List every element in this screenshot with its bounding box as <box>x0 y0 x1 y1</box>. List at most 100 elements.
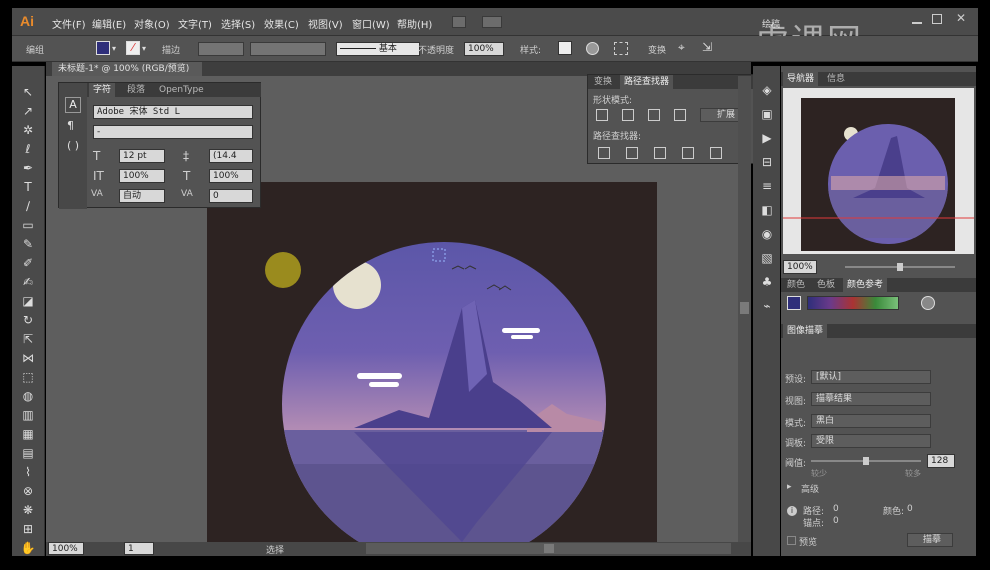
artboard-tool-icon[interactable]: ⊞ <box>19 521 37 537</box>
paragraph-icon[interactable]: ¶ <box>67 119 74 132</box>
eraser-tool-icon[interactable]: ◪ <box>19 293 37 309</box>
horizontal-scrollbar[interactable] <box>366 543 731 554</box>
type-tool-icon[interactable]: T <box>19 179 37 195</box>
blend-tool-icon[interactable]: ⊗ <box>19 483 37 499</box>
free-transform-tool-icon[interactable]: ⬚ <box>19 369 37 385</box>
font-style-dropdown[interactable]: - <box>93 125 253 139</box>
navigator-preview[interactable] <box>783 88 974 254</box>
opacity-label[interactable]: 不透明度 <box>418 43 454 56</box>
artboard-number-field[interactable]: 1 <box>124 542 154 555</box>
stroke-panel-icon[interactable]: ≡ <box>758 178 776 194</box>
tab-character[interactable]: 字符 <box>89 83 116 97</box>
crop-icon[interactable] <box>682 147 694 159</box>
isolate-group-icon[interactable]: ⌖ <box>678 40 685 55</box>
navigator-zoom-thumb[interactable] <box>897 263 903 271</box>
edit-colors-icon[interactable] <box>921 296 935 310</box>
tab-swatches[interactable]: 色板 <box>813 278 839 292</box>
kerning-field[interactable]: 自动 <box>119 189 165 203</box>
maximize-icon[interactable] <box>932 14 942 24</box>
exclude-icon[interactable] <box>674 109 686 121</box>
links-icon[interactable]: ⊟ <box>758 154 776 170</box>
variable-width-dropdown[interactable] <box>250 42 326 56</box>
align-icon[interactable] <box>614 42 628 55</box>
symbol-sprayer-tool-icon[interactable]: ❋ <box>19 502 37 518</box>
image-trace-title[interactable]: 图像描摹 <box>783 324 828 338</box>
zoom-field[interactable]: 100% <box>48 542 84 555</box>
rectangle-tool-icon[interactable]: ▭ <box>19 217 37 233</box>
brushes-icon[interactable]: ⌁ <box>758 298 776 314</box>
menu-view[interactable]: 视图(V) <box>308 16 343 31</box>
recolor-artwork-icon[interactable] <box>586 42 599 55</box>
menu-object[interactable]: 对象(O) <box>134 16 170 31</box>
navigator-zoom-slider[interactable] <box>845 263 955 271</box>
layers-icon[interactable]: ◈ <box>758 82 776 98</box>
close-window-icon[interactable]: ✕ <box>956 11 966 25</box>
gradient-panel-icon[interactable]: ◧ <box>758 202 776 218</box>
magic-wand-tool-icon[interactable]: ✲ <box>19 122 37 138</box>
rotate-tool-icon[interactable]: ↻ <box>19 312 37 328</box>
vertical-scroll-thumb[interactable] <box>740 302 749 314</box>
vertical-scale-field[interactable]: 100% <box>119 169 165 183</box>
font-family-dropdown[interactable]: Adobe 宋体 Std L <box>93 105 253 119</box>
arrange-documents-icon[interactable] <box>482 16 502 28</box>
tab-color[interactable]: 颜色 <box>783 278 809 292</box>
menu-select[interactable]: 选择(S) <box>221 16 255 31</box>
line-tool-icon[interactable]: ∕ <box>19 198 37 214</box>
graphic-style-swatch[interactable] <box>558 41 572 55</box>
tab-pathfinder[interactable]: 路径查找器 <box>620 75 674 89</box>
horizontal-scroll-thumb[interactable] <box>544 544 554 553</box>
pencil-tool-icon[interactable]: ✐ <box>19 255 37 271</box>
advanced-toggle-icon[interactable]: ▸ <box>787 482 792 492</box>
brush-definition-dropdown[interactable]: 基本 <box>336 42 420 56</box>
blob-brush-tool-icon[interactable]: ✍ <box>19 274 37 290</box>
shape-builder-tool-icon[interactable]: ◍ <box>19 388 37 404</box>
stroke-dropdown-icon[interactable]: ▾ <box>142 44 146 53</box>
stroke-none-swatch[interactable]: ⁄ <box>126 41 140 55</box>
symbols-icon[interactable]: ♣ <box>758 274 776 290</box>
graphic-styles-icon[interactable]: ▧ <box>758 250 776 266</box>
trim-icon[interactable] <box>626 147 638 159</box>
transform-link[interactable]: 变换 <box>648 43 666 56</box>
graph-tool-icon[interactable]: ▥ <box>19 407 37 423</box>
navigator-zoom-field[interactable]: 100% <box>783 260 817 274</box>
hand-tool-icon[interactable]: ✋ <box>19 540 37 556</box>
merge-icon[interactable] <box>654 147 666 159</box>
artboard[interactable] <box>207 182 657 542</box>
menu-type[interactable]: 文字(T) <box>178 16 212 31</box>
harmony-colors-strip[interactable] <box>807 296 899 310</box>
pen-tool-icon[interactable]: ✒ <box>19 160 37 176</box>
tab-info[interactable]: 信息 <box>823 72 849 86</box>
mode-dropdown[interactable]: 黑白 <box>811 414 931 428</box>
font-size-field[interactable]: 12 pt <box>119 149 165 163</box>
bridge-icon[interactable] <box>452 16 466 28</box>
opacity-field[interactable]: 100% <box>464 42 504 56</box>
direct-selection-tool-icon[interactable]: ↗ <box>19 103 37 119</box>
tracking-field[interactable]: 0 <box>209 189 253 203</box>
palette-dropdown[interactable]: 受限 <box>811 434 931 448</box>
unite-icon[interactable] <box>596 109 608 121</box>
threshold-field[interactable]: 128 <box>927 454 955 468</box>
lasso-tool-icon[interactable]: ℓ <box>19 141 37 157</box>
outline-icon[interactable] <box>710 147 722 159</box>
artboards-icon[interactable]: ▣ <box>758 106 776 122</box>
preset-dropdown[interactable]: [默认] <box>811 370 931 384</box>
menu-window[interactable]: 窗口(W) <box>352 16 390 31</box>
paintbrush-tool-icon[interactable]: ✎ <box>19 236 37 252</box>
scale-tool-icon[interactable]: ⇱ <box>19 331 37 347</box>
menu-effect[interactable]: 效果(C) <box>264 16 299 31</box>
fill-dropdown-icon[interactable]: ▾ <box>112 44 116 53</box>
intersect-icon[interactable] <box>648 109 660 121</box>
tab-paragraph[interactable]: 段落 <box>123 83 149 97</box>
menu-file[interactable]: 文件(F) <box>52 16 86 31</box>
stroke-label[interactable]: 描边 <box>162 43 180 56</box>
opentype-icon[interactable]: ( ) <box>67 139 79 152</box>
character-icon[interactable]: A <box>65 97 81 113</box>
actions-icon[interactable]: ▶ <box>758 130 776 146</box>
mesh-tool-icon[interactable]: ▦ <box>19 426 37 442</box>
tab-navigator[interactable]: 导航器 <box>783 72 819 86</box>
tab-transform[interactable]: 变换 <box>590 75 616 89</box>
view-dropdown[interactable]: 描摹结果 <box>811 392 931 406</box>
base-color-swatch[interactable] <box>787 296 801 310</box>
menu-help[interactable]: 帮助(H) <box>397 16 432 31</box>
advanced-label[interactable]: 高级 <box>801 482 819 495</box>
